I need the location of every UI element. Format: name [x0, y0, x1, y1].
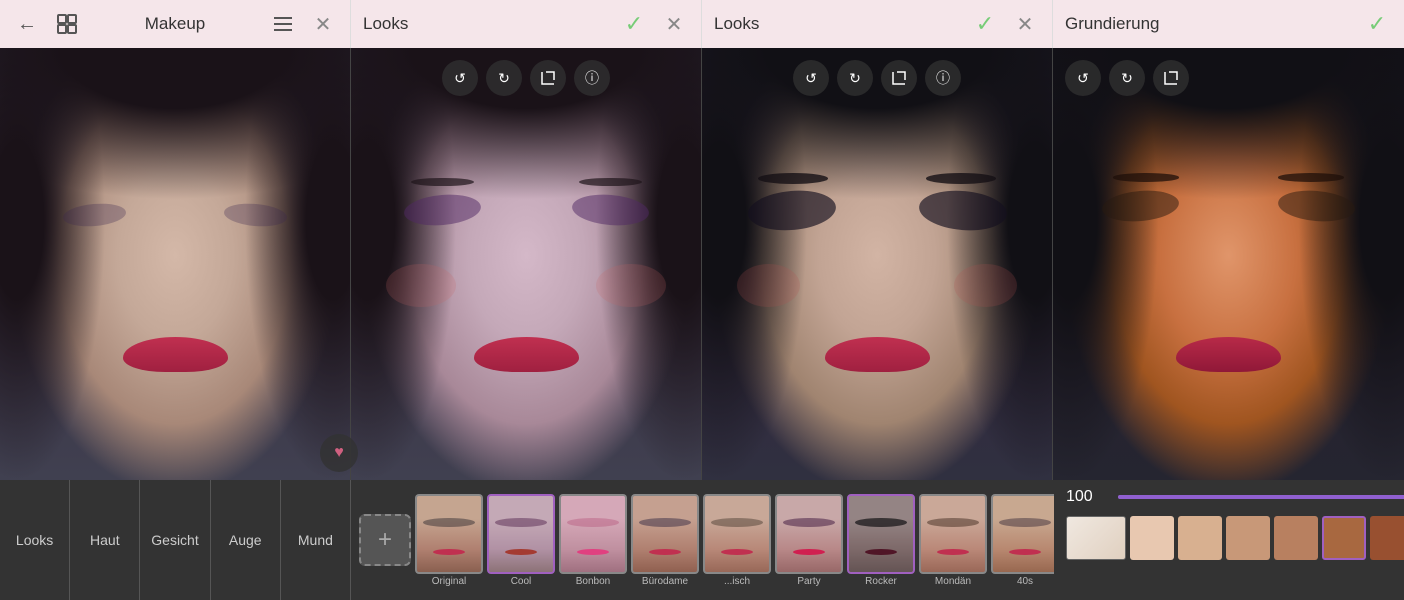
- grid-icon-button[interactable]: [52, 9, 82, 39]
- top-icons-3: ✓ ✕: [970, 9, 1040, 39]
- look-thumb-original[interactable]: Original: [415, 494, 483, 587]
- look-thumb-face-mondan[interactable]: [919, 494, 987, 574]
- crop-btn-4[interactable]: [1153, 60, 1189, 96]
- face-controls-4: ↺ ↻: [1065, 60, 1189, 96]
- redo-btn-2[interactable]: ↻: [486, 60, 522, 96]
- look-thumb-bonbon[interactable]: Bonbon: [559, 494, 627, 587]
- look-label-rocker: Rocker: [865, 576, 897, 587]
- add-look-button[interactable]: +: [359, 514, 411, 566]
- top-section-looks-2: Looks ✓ ✕: [702, 0, 1053, 48]
- info-btn-3[interactable]: ⓘ: [925, 60, 961, 96]
- look-thumb-mondan[interactable]: Mondän: [919, 494, 987, 587]
- look-thumb-rocker[interactable]: Rocker: [847, 494, 915, 587]
- look-thumb-face-40s[interactable]: [991, 494, 1054, 574]
- face-controls-2: ↺ ↻ ⓘ: [351, 60, 701, 96]
- look-thumb-face-original[interactable]: [415, 494, 483, 574]
- top-section-makeup: ← Makeup ✕: [0, 0, 351, 48]
- look-thumb-face-burodame[interactable]: [631, 494, 699, 574]
- color-swatches: [1066, 516, 1404, 560]
- info-btn-2[interactable]: ⓘ: [574, 60, 610, 96]
- panel-smoky: ↺ ↻ ⓘ: [702, 48, 1053, 480]
- back-button[interactable]: ←: [12, 9, 42, 39]
- look-thumb-face-fisch[interactable]: [703, 494, 771, 574]
- look-label-mondan: Mondän: [935, 576, 971, 587]
- foundation-bottom: 100: [1054, 480, 1404, 600]
- list-icon-button[interactable]: [268, 9, 298, 39]
- top-bar: ← Makeup ✕ Looks: [0, 0, 1404, 48]
- slider-row: 100: [1066, 488, 1404, 506]
- look-thumb-40s[interactable]: 40s: [991, 494, 1054, 587]
- top-left-icons: ←: [12, 9, 82, 39]
- nav-auge[interactable]: Auge: [211, 480, 281, 600]
- face-controls-3: ↺ ↻ ⓘ: [702, 60, 1052, 96]
- look-label-fisch: ...isch: [724, 576, 750, 587]
- undo-btn-3[interactable]: ↺: [793, 60, 829, 96]
- looks-title-1: Looks: [363, 14, 408, 34]
- undo-btn-4[interactable]: ↺: [1065, 60, 1101, 96]
- look-thumb-face-bonbon[interactable]: [559, 494, 627, 574]
- look-label-burodame: Bürodame: [642, 576, 688, 587]
- top-icons-4: ✓: [1362, 9, 1392, 39]
- bottom-bar: ♥ Looks Haut Gesicht Auge Mund + Origina…: [0, 480, 1404, 600]
- nav-haut[interactable]: Haut: [70, 480, 140, 600]
- nav-gesicht[interactable]: Gesicht: [140, 480, 210, 600]
- redo-btn-3[interactable]: ↻: [837, 60, 873, 96]
- close-button-2[interactable]: ✕: [659, 9, 689, 39]
- face-original: [0, 48, 350, 480]
- swatch-0[interactable]: [1130, 516, 1174, 560]
- face-foundation: [1053, 48, 1404, 480]
- slider-value: 100: [1066, 488, 1106, 506]
- swatch-light[interactable]: [1066, 516, 1126, 560]
- close-button-3[interactable]: ✕: [1010, 9, 1040, 39]
- look-label-40s: 40s: [1017, 576, 1033, 587]
- top-icons-2: ✓ ✕: [619, 9, 689, 39]
- grundierung-title: Grundierung: [1065, 14, 1160, 34]
- swatch-5[interactable]: [1370, 516, 1404, 560]
- crop-btn-2[interactable]: [530, 60, 566, 96]
- slider-track[interactable]: [1118, 495, 1404, 499]
- makeup-title: Makeup: [145, 14, 205, 34]
- look-thumb-face-rocker[interactable]: [847, 494, 915, 574]
- close-button-1[interactable]: ✕: [308, 9, 338, 39]
- face-smoky: [702, 48, 1052, 480]
- look-thumb-face-cool[interactable]: [487, 494, 555, 574]
- swatch-selected[interactable]: [1322, 516, 1366, 560]
- check-button-3[interactable]: ✓: [970, 9, 1000, 39]
- bottom-nav: ♥ Looks Haut Gesicht Auge Mund: [0, 480, 351, 600]
- nav-buttons: Looks Haut Gesicht Auge Mund: [0, 480, 350, 600]
- panel-original: [0, 48, 351, 480]
- look-thumb-face-party[interactable]: [775, 494, 843, 574]
- look-thumb-party[interactable]: Party: [775, 494, 843, 587]
- heart-button[interactable]: ♥: [320, 434, 358, 472]
- check-button-4[interactable]: ✓: [1362, 9, 1392, 39]
- top-section-grundierung: Grundierung ✓: [1053, 0, 1404, 48]
- check-button-2[interactable]: ✓: [619, 9, 649, 39]
- look-label-party: Party: [797, 576, 820, 587]
- panel-cool: ↺ ↻ ⓘ: [351, 48, 702, 480]
- slider-fill: [1118, 495, 1404, 499]
- undo-btn-2[interactable]: ↺: [442, 60, 478, 96]
- main-area: ↺ ↻ ⓘ: [0, 48, 1404, 480]
- looks-strip: + Original Cool: [351, 480, 1054, 600]
- top-section-looks-1: Looks ✓ ✕: [351, 0, 702, 48]
- look-thumb-burodame[interactable]: Bürodame: [631, 494, 699, 587]
- swatch-1[interactable]: [1178, 516, 1222, 560]
- swatch-2[interactable]: [1226, 516, 1270, 560]
- face-cool: [351, 48, 701, 480]
- panel-foundation: ↺ ↻: [1053, 48, 1404, 480]
- look-label-bonbon: Bonbon: [576, 576, 610, 587]
- nav-mund[interactable]: Mund: [281, 480, 350, 600]
- looks-title-2: Looks: [714, 14, 759, 34]
- look-label-cool: Cool: [511, 576, 532, 587]
- look-thumb-cool[interactable]: Cool: [487, 494, 555, 587]
- crop-btn-3[interactable]: [881, 60, 917, 96]
- nav-looks[interactable]: Looks: [0, 480, 70, 600]
- redo-btn-4[interactable]: ↻: [1109, 60, 1145, 96]
- swatch-3[interactable]: [1274, 516, 1318, 560]
- top-right-icons-1: ✕: [268, 9, 338, 39]
- look-label-original: Original: [432, 576, 466, 587]
- look-thumb-fisch[interactable]: ...isch: [703, 494, 771, 587]
